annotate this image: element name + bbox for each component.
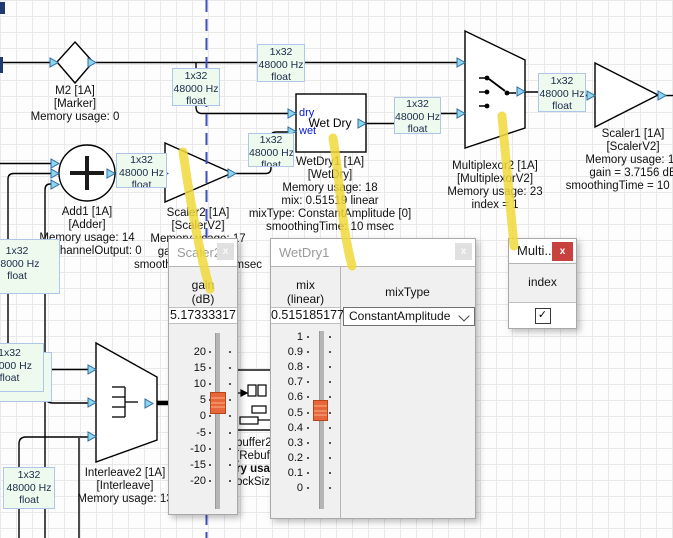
wire-label: 1x3248000 Hzfloat — [116, 153, 167, 188]
mixtype-dropdown[interactable]: ConstantAmplitude — [343, 307, 475, 326]
scaler2-panel-title: Scaler2 — [177, 245, 221, 260]
slider-tick: 0.5 — [271, 406, 340, 420]
pin[interactable] — [50, 58, 58, 67]
wire-label: 1x3248000 Hzfloat — [248, 133, 294, 167]
pin[interactable] — [88, 58, 96, 67]
slider-tick: 20 — [169, 345, 237, 359]
multiplexor2-panel-titlebar[interactable]: Multi... x — [509, 239, 576, 264]
diagram-canvas: M2 [1A][Marker]Memory usage: 0 Add1 [1A]… — [0, 0, 673, 538]
pin[interactable] — [457, 109, 465, 118]
wetdry1-inspector-panel: WetDry1 x mix(linear) 0.515185177 10.90.… — [270, 238, 476, 519]
wire-label: 1x3248000 Hzfloat — [172, 68, 220, 106]
wire-label: 1x3248000 Hzfloat — [0, 239, 60, 294]
pin[interactable] — [658, 91, 666, 100]
index-checkbox-row: ✓ — [509, 302, 576, 328]
slider-tick: 0.7 — [271, 375, 340, 389]
scaler1-caption: Scaler1 [1A][ScalerV2] Memory usage: 17g… — [552, 128, 673, 193]
mixtype-dropdown-value: ConstantAmplitude — [349, 309, 450, 323]
index-param-label: index — [509, 275, 576, 289]
wire-label: 1x3248000 Hzfloat — [257, 44, 305, 82]
slider-tick: 0.6 — [271, 390, 340, 404]
slider-tick: 0.4 — [271, 421, 340, 435]
pin[interactable] — [51, 180, 59, 189]
slider-tick: 0.1 — [271, 466, 340, 480]
scaler2-panel-titlebar[interactable]: Scaler2 x — [169, 239, 237, 267]
wire-label: 1x3248000 Hzfloat — [394, 97, 441, 134]
multiplexor2-inspector-panel: Multi... x index ✓ — [508, 238, 577, 329]
pin[interactable] — [228, 169, 236, 178]
wire-label: 1x3248000 Hzfloat — [538, 73, 586, 112]
slider-tick: 0.8 — [271, 360, 340, 374]
slider-tick: -20 — [169, 474, 237, 488]
slider-tick: -15 — [169, 458, 237, 472]
panel-column-divider — [340, 267, 341, 518]
chevron-down-icon — [458, 310, 469, 321]
close-icon[interactable]: x — [552, 242, 573, 261]
offscreen-fragment — [0, 57, 3, 73]
slider-tick: 0 — [271, 481, 340, 495]
slider-tick: 0.2 — [271, 451, 340, 465]
mixtype-param-label: mixType — [340, 285, 475, 299]
slider-tick: 5 — [169, 393, 237, 407]
pin[interactable] — [88, 432, 96, 441]
gain-value-field[interactable]: 5.17333317 — [169, 307, 237, 324]
slider-tick: -10 — [169, 442, 237, 456]
offscreen-fragment — [0, 2, 5, 14]
pin[interactable] — [51, 159, 59, 168]
m2-caption: M2 [1A][Marker]Memory usage: 0 — [15, 85, 135, 124]
gain-slider-handle[interactable] — [210, 392, 226, 414]
gain-param-label: gain(dB) — [169, 278, 237, 306]
mix-slider-handle[interactable] — [313, 400, 328, 421]
slider-tick: 0.9 — [271, 345, 340, 359]
index-checkbox[interactable]: ✓ — [535, 308, 551, 324]
slider-tick: 0.3 — [271, 436, 340, 450]
slider-tick: 0 — [169, 409, 237, 423]
close-icon[interactable]: x — [455, 243, 472, 260]
wetdry1-caption: WetDry1 [1A][WetDry] Memory usage: 18mix… — [240, 156, 420, 234]
slider-tick: 1 — [271, 330, 340, 344]
pin[interactable] — [587, 91, 595, 100]
slider-tick: 10 — [169, 377, 237, 391]
slider-tick: 15 — [169, 361, 237, 375]
scaler2-block[interactable] — [165, 143, 232, 202]
pin[interactable] — [457, 58, 465, 67]
pin[interactable] — [51, 169, 59, 178]
multiplexor2-block[interactable] — [465, 31, 525, 148]
pin[interactable] — [88, 398, 96, 407]
scaler2-inspector-panel: Scaler2 x gain(dB) 5.17333317 20 15 10 5 0 -5… — [168, 238, 238, 515]
scaler1-block[interactable] — [595, 63, 658, 127]
multiplexor2-caption: Multiplexor2 [1A][MultiplexorV2] Memory … — [415, 160, 575, 212]
close-icon[interactable]: x — [217, 243, 234, 260]
pin[interactable] — [288, 109, 296, 118]
slider-tick: -5 — [169, 426, 237, 440]
wire-label: 1x3248000 Hzfloat — [0, 343, 44, 392]
mix-slider-ticks: 10.90.80.70.6 0.50.40.30.20.10 — [271, 239, 340, 518]
pin[interactable] — [88, 365, 96, 374]
wetdry-block-label: Wet Dry — [300, 116, 360, 130]
multiplexor2-panel-title: Multi... — [517, 243, 555, 258]
wire-label: 1x3248000 Hzfloat — [3, 467, 55, 509]
